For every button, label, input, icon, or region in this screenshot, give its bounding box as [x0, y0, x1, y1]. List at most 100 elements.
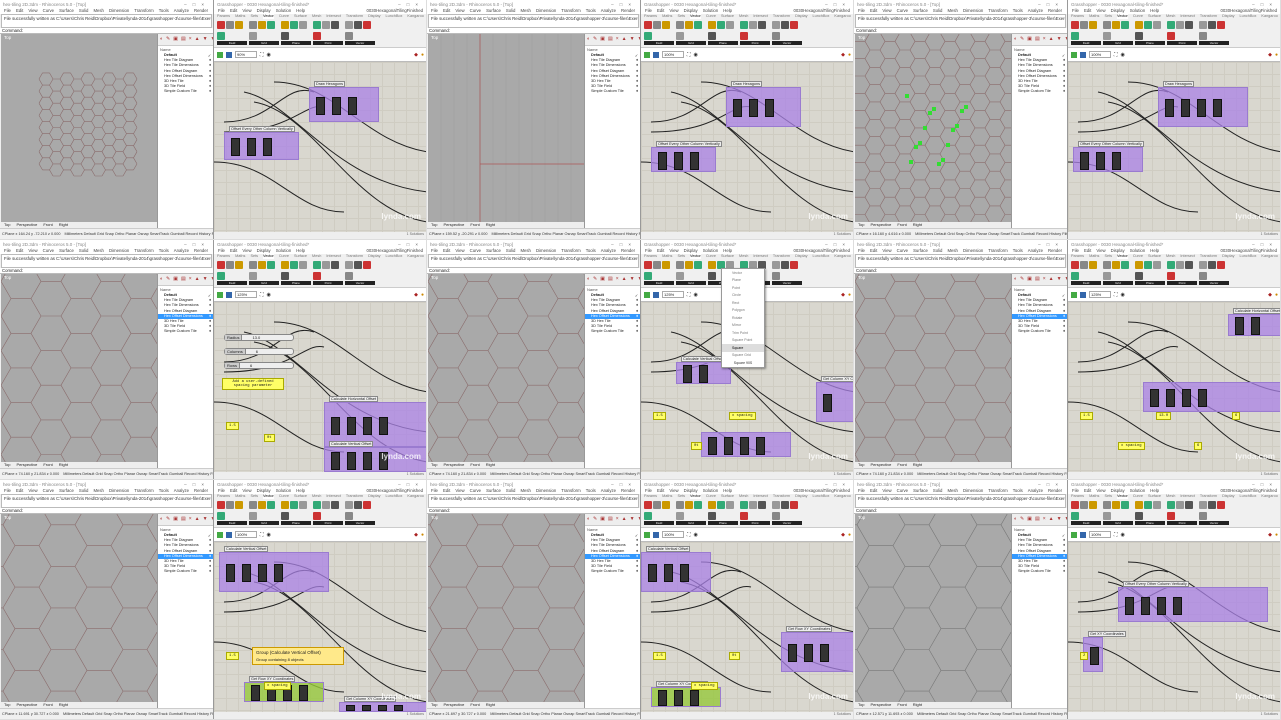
menu-dimension[interactable]: Dimension — [109, 248, 129, 254]
component[interactable] — [820, 644, 829, 662]
component[interactable] — [1166, 389, 1175, 407]
menu-transform[interactable]: Transform — [988, 8, 1007, 14]
component-icon[interactable] — [363, 21, 371, 29]
component-icon[interactable] — [1176, 501, 1184, 509]
tab-intersect[interactable]: Intersect — [1180, 14, 1195, 19]
number-slider[interactable]: Radius 13.0 — [224, 334, 294, 341]
ribbon-group-label[interactable]: Point — [1167, 521, 1197, 525]
tab-sets[interactable]: Sets — [677, 254, 685, 259]
component-icon[interactable] — [1112, 501, 1120, 509]
layer-tool-icon[interactable]: ▣ — [600, 36, 605, 43]
tab-intersect[interactable]: Intersect — [326, 494, 341, 499]
window-controls[interactable]: –□× — [825, 482, 851, 487]
number-slider[interactable]: Columns 6 — [224, 348, 294, 355]
menu-edit[interactable]: Edit — [870, 248, 877, 254]
component-icon[interactable] — [1217, 21, 1225, 29]
zoom-level-select[interactable]: 125% — [1089, 291, 1111, 298]
component-group[interactable] — [1073, 147, 1143, 172]
menu-render[interactable]: Render — [194, 248, 208, 254]
layer-tool-icon[interactable]: ▤ — [1035, 276, 1040, 283]
tab-display[interactable]: Display — [1222, 494, 1234, 499]
tab-sets[interactable]: Sets — [1104, 14, 1112, 19]
ribbon-group-label[interactable]: Field — [1071, 41, 1101, 45]
component[interactable] — [331, 416, 340, 435]
component-icon[interactable] — [363, 261, 371, 269]
bake-icon[interactable]: ◆ — [414, 532, 418, 538]
value-panel[interactable]: 1.5 — [1080, 412, 1093, 420]
component-icon[interactable] — [790, 501, 798, 509]
layer-tool-icon[interactable]: ▲ — [622, 516, 627, 523]
viewport-label[interactable]: Top — [4, 275, 11, 280]
ribbon-group-label[interactable]: Field — [644, 41, 674, 45]
component-icon[interactable] — [1185, 261, 1193, 269]
component[interactable] — [362, 705, 371, 711]
component-icon[interactable] — [1103, 501, 1111, 509]
preview-mode-icon[interactable]: ● — [1275, 532, 1278, 538]
menu-surface[interactable]: Surface — [486, 488, 501, 494]
layer-tool-icon[interactable]: × — [189, 36, 192, 43]
menu-edit[interactable]: Edit — [870, 488, 877, 494]
menu-surface[interactable]: Surface — [486, 8, 501, 14]
component[interactable] — [347, 416, 356, 435]
component-icon[interactable] — [726, 21, 734, 29]
window-controls[interactable]: –□× — [1252, 482, 1278, 487]
layer-tool-icon[interactable]: ▤ — [181, 276, 186, 283]
zoom-extents-icon[interactable]: ⛶ — [687, 52, 691, 58]
component-icon[interactable] — [345, 21, 353, 29]
selected-point[interactable] — [951, 128, 955, 132]
grasshopper-canvas[interactable]: Draw Hexagons Offset Every Other Column V… — [1068, 62, 1280, 232]
component-icon[interactable] — [1135, 271, 1143, 280]
component-icon[interactable] — [299, 261, 307, 269]
menu-analyze[interactable]: Analyze — [174, 248, 189, 254]
group-label[interactable]: Offset Every Other Column Vertically — [1078, 141, 1144, 147]
ribbon-group-label[interactable]: Plane — [708, 41, 738, 45]
tab-vector[interactable]: Vector — [690, 254, 701, 259]
component[interactable] — [247, 138, 256, 156]
menu-mesh[interactable]: Mesh — [520, 8, 531, 14]
component-icon[interactable] — [1199, 261, 1207, 269]
component-icon[interactable] — [345, 31, 353, 40]
menu-analyze[interactable]: Analyze — [1028, 8, 1043, 14]
component-icon[interactable] — [644, 261, 652, 269]
component-icon[interactable] — [354, 261, 362, 269]
tab-display[interactable]: Display — [795, 494, 807, 499]
tab-params[interactable]: Params — [217, 14, 230, 19]
layer-item[interactable]: Simple Custom Tile ♦ — [158, 89, 213, 94]
component-icon[interactable] — [322, 261, 330, 269]
zoom-level-select[interactable]: 100% — [235, 531, 257, 538]
component-group[interactable] — [701, 432, 791, 457]
menu-transform[interactable]: Transform — [134, 248, 153, 254]
component-icon[interactable] — [1167, 271, 1175, 280]
status-options[interactable]: Millimeters Default Grid Snap Ortho Plan… — [490, 472, 640, 476]
layer-tool-icon[interactable]: ◐ — [1014, 36, 1017, 43]
layer-tool-icon[interactable]: ▤ — [181, 516, 186, 523]
component-group[interactable] — [651, 147, 716, 172]
layer-tool-icon[interactable]: ▣ — [600, 516, 605, 523]
component-icon[interactable] — [685, 261, 693, 269]
layer-item[interactable]: Simple Custom Tile ♦ — [585, 569, 640, 574]
tab-display[interactable]: Display — [1222, 14, 1234, 19]
zoom-level-select[interactable]: 100% — [662, 51, 684, 58]
menu-curve[interactable]: Curve — [897, 488, 908, 494]
menu-transform[interactable]: Transform — [561, 488, 580, 494]
component-group[interactable] — [726, 87, 801, 127]
component-icon[interactable] — [299, 21, 307, 29]
viewport-label[interactable]: Top — [431, 515, 438, 520]
ribbon-group-label[interactable]: Grid — [249, 281, 279, 285]
tab-lunchbox[interactable]: LunchBox — [1240, 494, 1257, 499]
tab-sets[interactable]: Sets — [677, 494, 685, 499]
window-controls[interactable]: –□× — [184, 242, 210, 247]
component[interactable] — [699, 365, 708, 383]
component-icon[interactable] — [1176, 261, 1184, 269]
menu-curve[interactable]: Curve — [897, 248, 908, 254]
component-icon[interactable] — [1167, 511, 1175, 520]
tab-surface[interactable]: Surface — [1148, 494, 1161, 499]
component-icon[interactable] — [1208, 501, 1216, 509]
window-controls[interactable]: –□× — [1038, 2, 1064, 7]
ribbon-group-label[interactable]: Point — [740, 41, 770, 45]
menu-render[interactable]: Render — [194, 488, 208, 494]
number-slider[interactable]: Rows 6 — [224, 362, 294, 369]
component[interactable] — [1157, 596, 1166, 615]
component-icon[interactable] — [1185, 501, 1193, 509]
menu-surface[interactable]: Surface — [913, 488, 928, 494]
